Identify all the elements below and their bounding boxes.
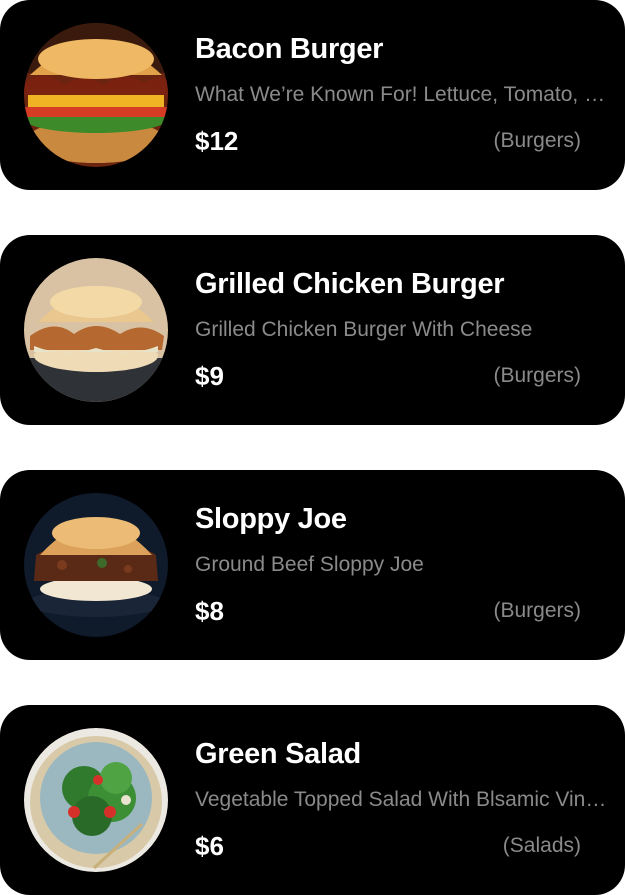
item-description: Vegetable Topped Salad With Blsamic Vina… bbox=[195, 788, 610, 811]
item-category: (Burgers) bbox=[493, 364, 581, 387]
menu-item-card[interactable]: Bacon Burger What We’re Known For! Lettu… bbox=[0, 0, 625, 190]
item-name: Grilled Chicken Burger bbox=[195, 268, 505, 300]
green-salad-image bbox=[24, 728, 168, 872]
item-price: $6 bbox=[195, 831, 224, 861]
bacon-burger-image bbox=[24, 23, 168, 167]
item-name: Green Salad bbox=[195, 738, 361, 770]
menu-list: Bacon Burger What We’re Known For! Lettu… bbox=[0, 0, 625, 895]
menu-item-card[interactable]: Sloppy Joe Ground Beef Sloppy Joe $8 (Bu… bbox=[0, 470, 625, 660]
menu-item-card[interactable]: Grilled Chicken Burger Grilled Chicken B… bbox=[0, 235, 625, 425]
item-name: Bacon Burger bbox=[195, 33, 384, 65]
item-description: What We’re Known For! Lettuce, Tomato, O… bbox=[195, 83, 610, 106]
menu-item-card[interactable]: Green Salad Vegetable Topped Salad With … bbox=[0, 705, 625, 895]
item-price: $8 bbox=[195, 596, 224, 626]
item-category: (Burgers) bbox=[493, 599, 581, 622]
item-description: Ground Beef Sloppy Joe bbox=[195, 553, 424, 576]
item-description: Grilled Chicken Burger With Cheese bbox=[195, 318, 533, 341]
item-name: Sloppy Joe bbox=[195, 503, 347, 535]
chicken-burger-image bbox=[24, 258, 168, 402]
item-price: $9 bbox=[195, 361, 224, 391]
item-category: (Burgers) bbox=[493, 129, 581, 152]
item-price: $12 bbox=[195, 126, 239, 156]
item-category: (Salads) bbox=[502, 834, 581, 857]
sloppy-joe-image bbox=[24, 493, 168, 637]
